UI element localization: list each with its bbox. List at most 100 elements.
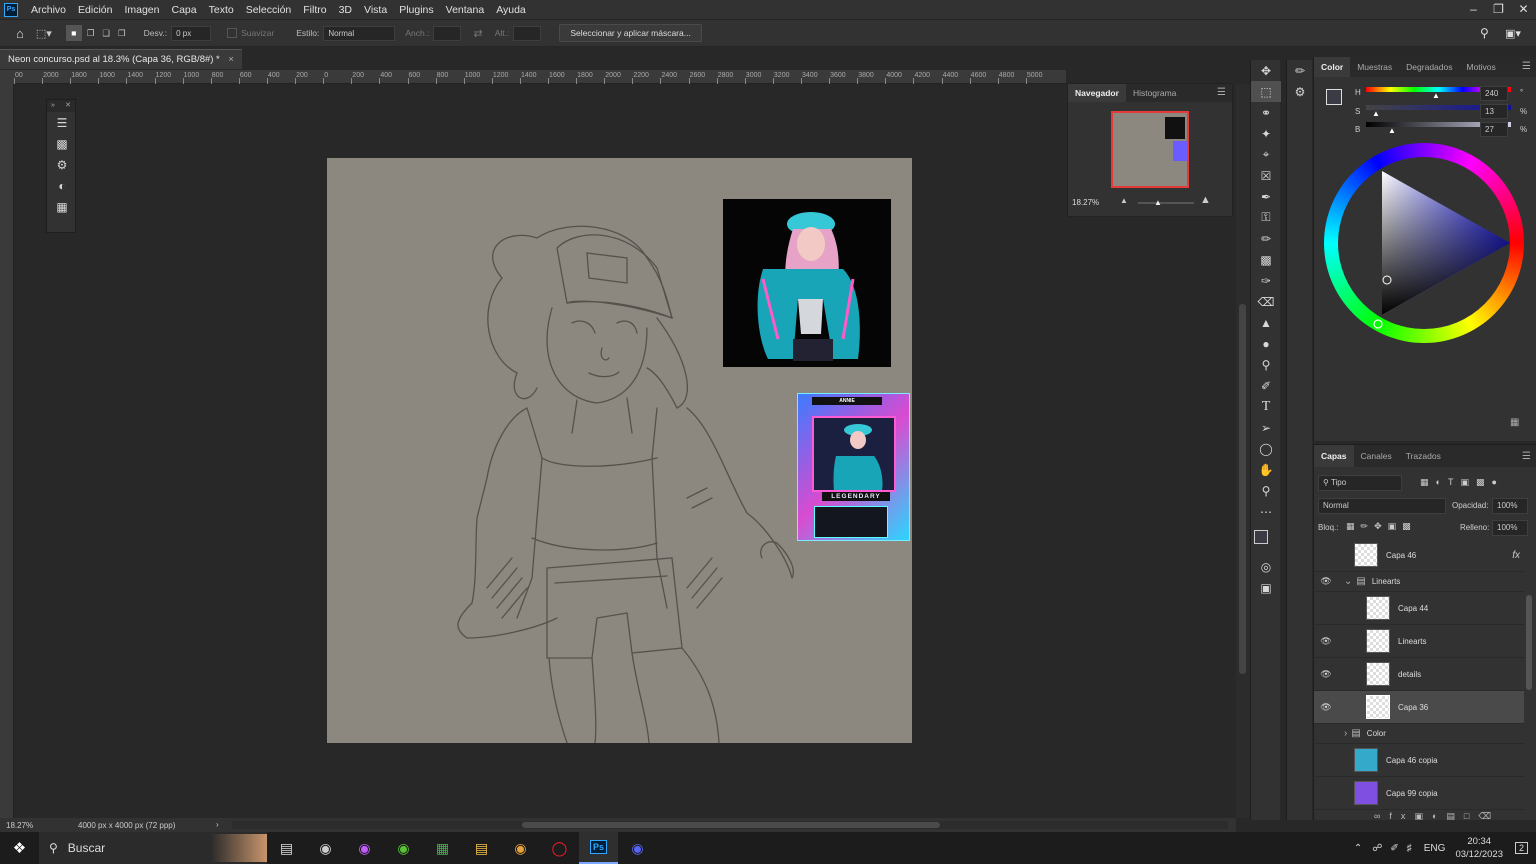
menu-vista[interactable]: Vista [358, 4, 393, 16]
style-select[interactable]: Normal [323, 25, 396, 41]
blur-tool-icon[interactable]: ● [1251, 333, 1281, 354]
discord-icon[interactable]: ◉ [618, 832, 657, 864]
tab-muestras[interactable]: Muestras [1350, 57, 1399, 77]
visibility-toggle-icon[interactable]: 👁 [1314, 669, 1338, 680]
foreground-color-swatch[interactable] [1254, 530, 1268, 544]
filter-toggle-icon[interactable]: ● [1491, 477, 1503, 487]
menu-texto[interactable]: Texto [203, 4, 240, 16]
more-tools-icon[interactable]: ⋯ [1251, 501, 1281, 522]
s-input[interactable]: 13 [1480, 104, 1508, 119]
navigator-zoom-value[interactable]: 18.27% [1072, 198, 1099, 207]
brush-settings-icon[interactable]: ☰ [47, 112, 77, 133]
add-mask-icon[interactable]: ▣ [1414, 811, 1432, 821]
tab-canales[interactable]: Canales [1354, 445, 1399, 467]
scrollbar-thumb-vertical[interactable] [1239, 304, 1246, 674]
filter-smart-icon[interactable]: ▩ [1476, 477, 1492, 487]
ellipse-tool-icon[interactable]: ◯ [1251, 438, 1281, 459]
layer-row[interactable]: 👁 details [1314, 658, 1524, 691]
search-icon[interactable]: ⚲ [1480, 26, 1489, 40]
contrast-icon[interactable]: ◐ [47, 175, 77, 196]
windows-start-icon[interactable]: ❖ [0, 832, 39, 864]
visibility-toggle-icon[interactable]: 👁 [1314, 702, 1338, 713]
color-wheel[interactable] [1324, 143, 1524, 343]
status-doc-size[interactable]: 4000 px x 4000 px (72 ppp) [78, 821, 175, 830]
xbox-icon[interactable]: ◉ [384, 832, 423, 864]
tab-trazados[interactable]: Trazados [1399, 445, 1448, 467]
tray-chevron-up-icon[interactable]: ⌃ [1354, 843, 1362, 854]
pen-icon[interactable]: ✐ [1390, 843, 1398, 854]
paint-bucket-icon[interactable]: ▲ [1251, 312, 1281, 333]
fill-input[interactable]: 100% [1492, 520, 1528, 536]
layer-group-row[interactable]: › ▤ Color [1314, 724, 1524, 744]
app-purple-icon[interactable]: ◉ [345, 832, 384, 864]
menu-seleccion[interactable]: Selección [240, 4, 298, 16]
b-input[interactable]: 27 [1480, 122, 1508, 137]
visibility-toggle-icon[interactable]: 👁 [1314, 576, 1338, 587]
swap-icon[interactable]: ⇄ [473, 27, 482, 40]
marquee-tool-icon[interactable]: ⬚ [1251, 81, 1281, 102]
saturation-slider-thumb[interactable]: ▲ [1372, 109, 1380, 118]
file-explorer-icon[interactable]: ▤ [462, 832, 501, 864]
clock[interactable]: 20:34 03/12/2023 [1455, 835, 1503, 861]
blend-mode-select[interactable]: Normal [1318, 498, 1446, 514]
lasso-tool-icon[interactable]: ⚭ [1251, 102, 1281, 123]
hue-slider-thumb[interactable]: ▲ [1432, 91, 1440, 100]
tab-navegador[interactable]: Navegador [1068, 84, 1126, 102]
stamp-tool-icon[interactable]: ▩ [1251, 249, 1281, 270]
lock-artboard-icon[interactable]: ▣ [1388, 521, 1403, 531]
lock-transparency-icon[interactable]: ▦ [1346, 521, 1361, 531]
menu-archivo[interactable]: Archivo [25, 4, 72, 16]
zoom-out-icon[interactable]: ▲ [1120, 196, 1128, 205]
delete-layer-icon[interactable]: ⌫ [1478, 811, 1500, 821]
brightness-slider-thumb[interactable]: ▲ [1388, 126, 1396, 135]
layer-group-row[interactable]: 👁 ⌄ ▤ Linearts [1314, 572, 1524, 592]
layer-row[interactable]: Capa 46 fx [1314, 539, 1524, 572]
visibility-toggle-icon[interactable]: 👁 [1314, 636, 1338, 647]
layer-fx-icon[interactable]: fx [1512, 550, 1520, 561]
menu-filtro[interactable]: Filtro [297, 4, 332, 16]
eyedropper-icon[interactable]: ✒ [1251, 186, 1281, 207]
new-layer-icon[interactable]: □ [1464, 811, 1478, 821]
menu-3d[interactable]: 3D [333, 4, 358, 16]
layer-style-icon[interactable]: fx [1389, 811, 1414, 821]
canvas-scrollbar-vertical[interactable] [1236, 84, 1250, 818]
height-input[interactable] [513, 25, 542, 41]
menu-edicion[interactable]: Edición [72, 4, 118, 16]
feather-input[interactable]: 0 px [171, 25, 212, 41]
new-selection-icon[interactable]: ■ [65, 25, 82, 41]
status-zoom[interactable]: 18.27% [6, 821, 33, 830]
comment-icon[interactable]: ▩ [47, 133, 77, 154]
notifications-icon[interactable]: 2 [1514, 842, 1528, 854]
frame-tool-icon[interactable]: ☒ [1251, 165, 1281, 186]
library-icon[interactable]: ▦ [47, 196, 77, 217]
antialias-checkbox[interactable] [227, 28, 238, 38]
panel-menu-icon[interactable]: ☰ [1217, 87, 1226, 98]
group-chevron-right-icon[interactable]: › [1344, 728, 1347, 739]
adjustments-icon[interactable]: ⚙ [47, 154, 77, 175]
color-panel-menu-icon[interactable]: ☰ [1522, 61, 1531, 72]
menu-capa[interactable]: Capa [166, 4, 203, 16]
menu-ventana[interactable]: Ventana [440, 4, 491, 16]
navigator-preview[interactable] [1111, 111, 1189, 188]
crop-tool-icon[interactable]: ⌖ [1251, 144, 1281, 165]
group-chevron-down-icon[interactable]: ⌄ [1344, 576, 1352, 587]
adjustment-layer-icon[interactable]: ◐ [1432, 811, 1446, 821]
add-selection-icon[interactable]: ❐ [87, 28, 95, 39]
lock-pixels-icon[interactable]: ✏ [1361, 521, 1375, 531]
task-view-icon[interactable]: ▤ [267, 832, 306, 864]
tab-motivos[interactable]: Motivos [1459, 57, 1502, 77]
hand-tool-icon[interactable]: ✋ [1251, 459, 1281, 480]
layer-row[interactable]: 👁 Linearts [1314, 625, 1524, 658]
tab-color[interactable]: Color [1314, 57, 1351, 77]
screen-mode-icon[interactable]: ▣ [1251, 577, 1281, 598]
brush-presets-icon[interactable]: ✏ [1287, 60, 1313, 81]
color-swatches[interactable] [1251, 522, 1280, 556]
type-tool-icon[interactable]: T [1251, 396, 1281, 417]
layer-filter-select[interactable]: ⚲ Tipo [1318, 475, 1402, 491]
color-fg-swatch[interactable] [1326, 89, 1342, 105]
minimize-icon[interactable]: – [1461, 0, 1486, 19]
h-input[interactable]: 240 [1480, 86, 1508, 101]
dodge-tool-icon[interactable]: ⚲ [1251, 354, 1281, 375]
chrome-icon[interactable]: ◉ [501, 832, 540, 864]
pen-tool-icon[interactable]: ✐ [1251, 375, 1281, 396]
